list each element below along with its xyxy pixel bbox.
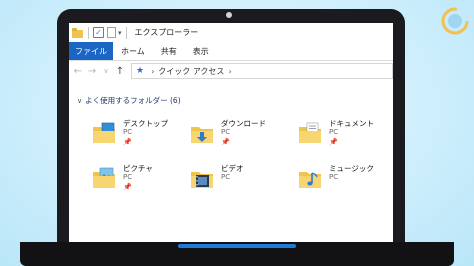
brand-logo-icon [441, 7, 469, 35]
pin-icon: 📌 [123, 183, 132, 191]
folder-location: PC [329, 173, 339, 181]
folder-location: PC [329, 128, 339, 136]
tab-file[interactable]: ファイル [69, 42, 113, 60]
chevron-down-icon: ∨ [77, 96, 83, 105]
chevron-right-icon: › [151, 66, 155, 76]
download-folder-icon [191, 127, 213, 143]
pictures-folder-icon [93, 167, 115, 188]
chevron-right-icon: › [228, 66, 232, 76]
ribbon-tabs: ファイル ホーム 共有 表示 [69, 42, 393, 61]
tab-view[interactable]: 表示 [185, 42, 217, 60]
webcam-icon [226, 12, 232, 18]
folder-location: PC [221, 173, 231, 181]
back-arrow-icon[interactable]: ← [71, 66, 85, 77]
folder-tile-music[interactable]: ミュージック PC [297, 163, 393, 199]
address-path: クイック アクセス [158, 66, 225, 76]
folder-app-icon [72, 27, 84, 39]
recent-locations-icon[interactable]: ∨ [99, 67, 113, 75]
folder-location: PC [123, 173, 133, 181]
folder-tile-desktop[interactable]: デスクトップ PC 📌 [91, 118, 191, 154]
touchpad-notch [178, 244, 296, 248]
music-folder-icon [299, 172, 321, 188]
folder-location: PC [221, 128, 231, 136]
pin-icon: 📌 [123, 138, 132, 146]
folder-tile-downloads[interactable]: ダウンロード PC 📌 [189, 118, 289, 154]
folder-location: PC [123, 128, 133, 136]
laptop-base [20, 242, 454, 266]
title-bar: ✓ ▾ エクスプローラー [69, 23, 393, 42]
laptop-screen-bezel: ✓ ▾ エクスプローラー ファイル ホーム 共有 表示 ← → ∨ ↑ ★ › … [57, 9, 405, 248]
tab-share[interactable]: 共有 [153, 42, 185, 60]
pin-icon: 📌 [329, 138, 338, 146]
frequent-folders-header[interactable]: ∨ よく使用するフォルダー (6) [77, 95, 181, 106]
documents-folder-icon [299, 122, 321, 143]
address-field[interactable]: ★ › クイック アクセス › [131, 63, 393, 79]
star-icon: ★ [136, 66, 145, 76]
pin-icon: 📌 [221, 138, 230, 146]
group-title: よく使用するフォルダー (6) [85, 96, 181, 105]
explorer-window: ✓ ▾ エクスプローラー ファイル ホーム 共有 表示 ← → ∨ ↑ ★ › … [69, 23, 393, 244]
folder-tile-pictures[interactable]: ピクチャ PC 📌 [91, 163, 191, 199]
videos-folder-icon [191, 172, 213, 188]
desktop-folder-icon [93, 122, 115, 143]
tab-home[interactable]: ホーム [113, 42, 153, 60]
quick-access-dropdown-icon[interactable]: ▾ [118, 29, 122, 37]
up-arrow-icon[interactable]: ↑ [113, 66, 127, 77]
folder-tile-videos[interactable]: ビデオ PC [189, 163, 289, 199]
new-folder-icon[interactable] [107, 27, 116, 38]
address-bar-row: ← → ∨ ↑ ★ › クイック アクセス › [69, 60, 393, 82]
window-title: エクスプローラー [134, 28, 199, 37]
divider [88, 26, 89, 39]
properties-icon[interactable]: ✓ [93, 27, 104, 38]
folder-tile-documents[interactable]: ドキュメント PC 📌 [297, 118, 393, 154]
forward-arrow-icon[interactable]: → [85, 66, 99, 77]
divider [125, 26, 127, 39]
